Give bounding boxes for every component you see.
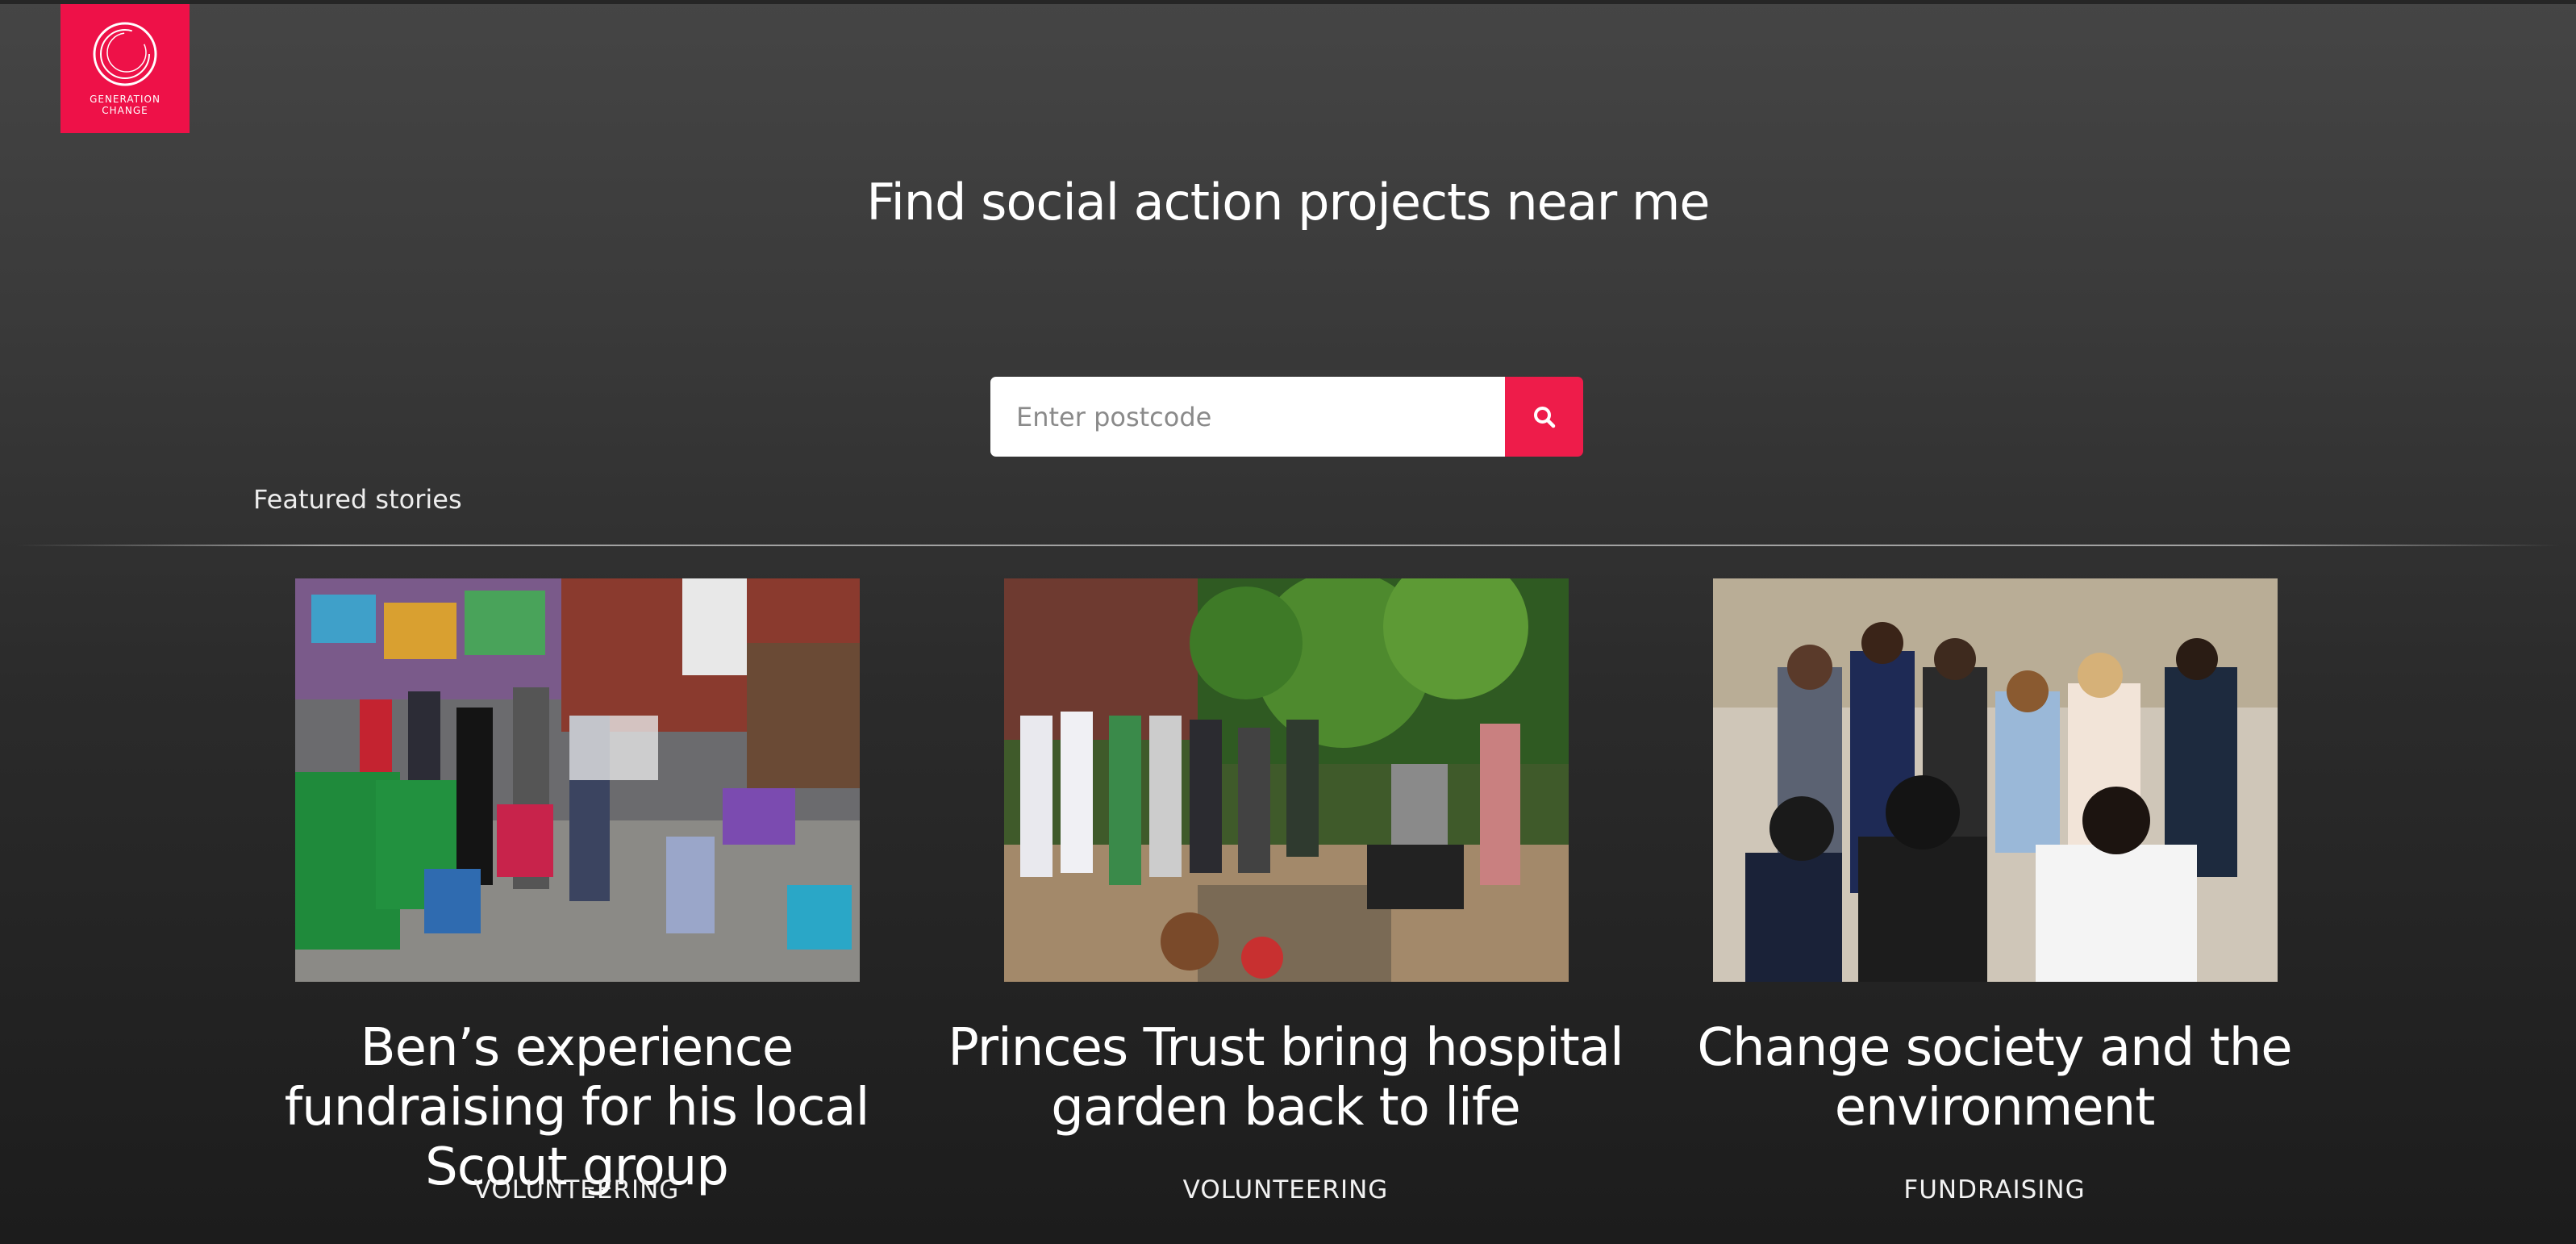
top-border xyxy=(0,0,2576,4)
story-category: VOLUNTEERING xyxy=(473,1175,680,1204)
postcode-input[interactable] xyxy=(990,377,1505,457)
story-title[interactable]: Ben’s experience fundraising for his loc… xyxy=(222,1018,932,1197)
featured-stories-heading: Featured stories xyxy=(253,484,462,515)
generation-change-logo[interactable]: GENERATION CHANGE xyxy=(60,4,190,133)
logo-text-line1: GENERATION xyxy=(90,94,160,105)
logo-rings-icon xyxy=(93,22,157,86)
story-title[interactable]: Princes Trust bring hospital garden back… xyxy=(931,1018,1640,1138)
story-category: VOLUNTEERING xyxy=(1182,1175,1389,1204)
search-icon xyxy=(1533,406,1555,428)
story-category: FUNDRAISING xyxy=(1903,1175,2086,1204)
postcode-search xyxy=(990,377,1583,457)
discussion-circle-photo[interactable] xyxy=(1713,578,2278,982)
page-title: Find social action projects near me xyxy=(866,173,1710,232)
logo-wordmark: GENERATION CHANGE xyxy=(60,94,190,116)
search-button[interactable] xyxy=(1505,377,1583,457)
logo-text-line2: CHANGE xyxy=(102,105,148,116)
group-with-donation-bags-photo[interactable] xyxy=(295,578,860,982)
story-title[interactable]: Change society and the environment xyxy=(1640,1018,2349,1138)
section-divider xyxy=(16,545,2560,546)
hospital-garden-group-photo[interactable] xyxy=(1004,578,1569,982)
